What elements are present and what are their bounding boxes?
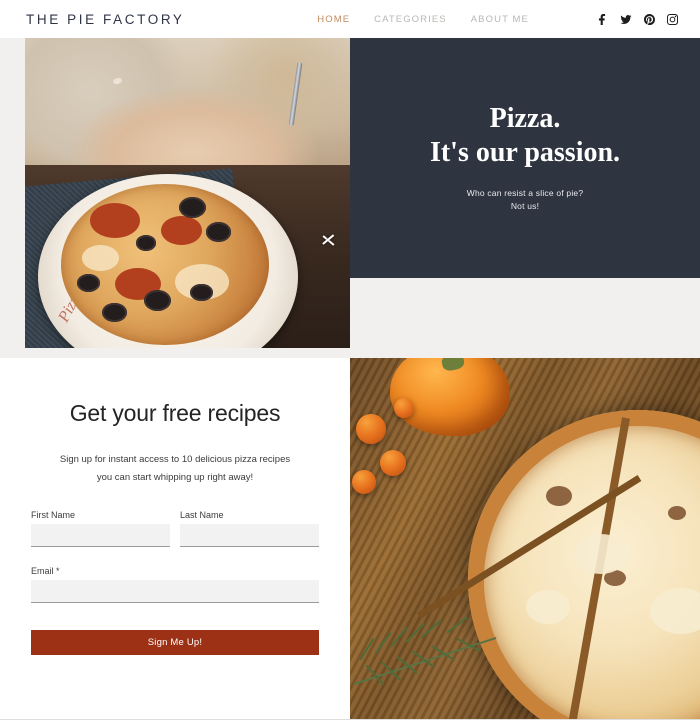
hero-photo-pizza [60,183,269,345]
email-label: Email * [31,566,60,577]
nav-item-home[interactable]: HOME [317,14,350,25]
signup-heading: Get your free recipes [69,400,281,426]
site-header: THE PIE FACTORY HOME CATEGORIES ABOUT ME [0,0,700,38]
hero-next-arrow-icon[interactable] [322,230,340,248]
last-name-field-group: Last Name [180,510,319,548]
signup-form: First Name Last Name Email * Sign Me Up! [31,510,319,656]
hero-title-line-2: It's our passion. [429,137,621,169]
site-logo[interactable]: THE PIE FACTORY [26,12,185,27]
ring-detail [112,76,123,86]
nav-item-about-me[interactable]: ABOUT ME [471,14,529,25]
email-input[interactable] [31,580,319,604]
cherry-tomato [352,470,376,494]
sign-me-up-button[interactable]: Sign Me Up! [31,630,319,656]
main-navigation: HOME CATEGORIES ABOUT ME [317,13,678,25]
name-field-row: First Name Last Name [31,510,319,548]
signup-description: Sign up for instant access to 10 delicio… [60,451,290,486]
hero-subtitle-line-2: Not us! [510,201,540,212]
nav-item-categories[interactable]: CATEGORIES [374,14,447,25]
first-name-field-group: First Name [31,510,170,548]
signup-description-line-1: Sign up for instant access to 10 delicio… [59,454,291,465]
charred-spot [668,506,686,520]
hero-title-line-1: Pizza. [489,103,561,135]
melted-cheese [574,534,628,574]
email-field-group: Email * [31,566,319,604]
hero-text-panel: Pizza. It's our passion. Who can resist … [350,38,700,278]
page-bottom-border [0,719,700,720]
hero-section: Pizza Pizza. It's our passion. Who can r… [0,38,700,358]
signup-description-line-2: you can start whipping up right away! [96,471,254,483]
first-name-label: First Name [31,510,76,521]
rosemary-sprig [350,608,524,720]
hero-photo: Pizza [25,38,350,348]
charred-spot [546,486,572,506]
knife-detail [288,61,303,127]
cherry-tomato [356,414,386,444]
signup-photo [350,358,700,720]
hero-subtitle-line-1: Who can resist a slice of pie? [466,187,584,198]
twitter-icon[interactable] [620,14,632,25]
signup-section: Get your free recipes Sign up for instan… [0,358,700,720]
melted-cheese [526,590,570,624]
social-links [597,13,678,25]
signup-form-column: Get your free recipes Sign up for instan… [0,358,350,720]
hero-photo-hands [25,38,350,172]
last-name-label: Last Name [180,510,224,521]
hero-title: Pizza. It's our passion. [430,102,620,170]
instagram-icon[interactable] [667,13,678,25]
cherry-tomato [394,398,414,418]
pinterest-icon[interactable] [644,13,655,25]
last-name-input[interactable] [180,524,319,548]
cherry-tomato [380,450,406,476]
first-name-input[interactable] [31,524,170,548]
hero-subtitle: Who can resist a slice of pie? Not us! [467,187,584,214]
facebook-icon[interactable] [597,13,608,25]
